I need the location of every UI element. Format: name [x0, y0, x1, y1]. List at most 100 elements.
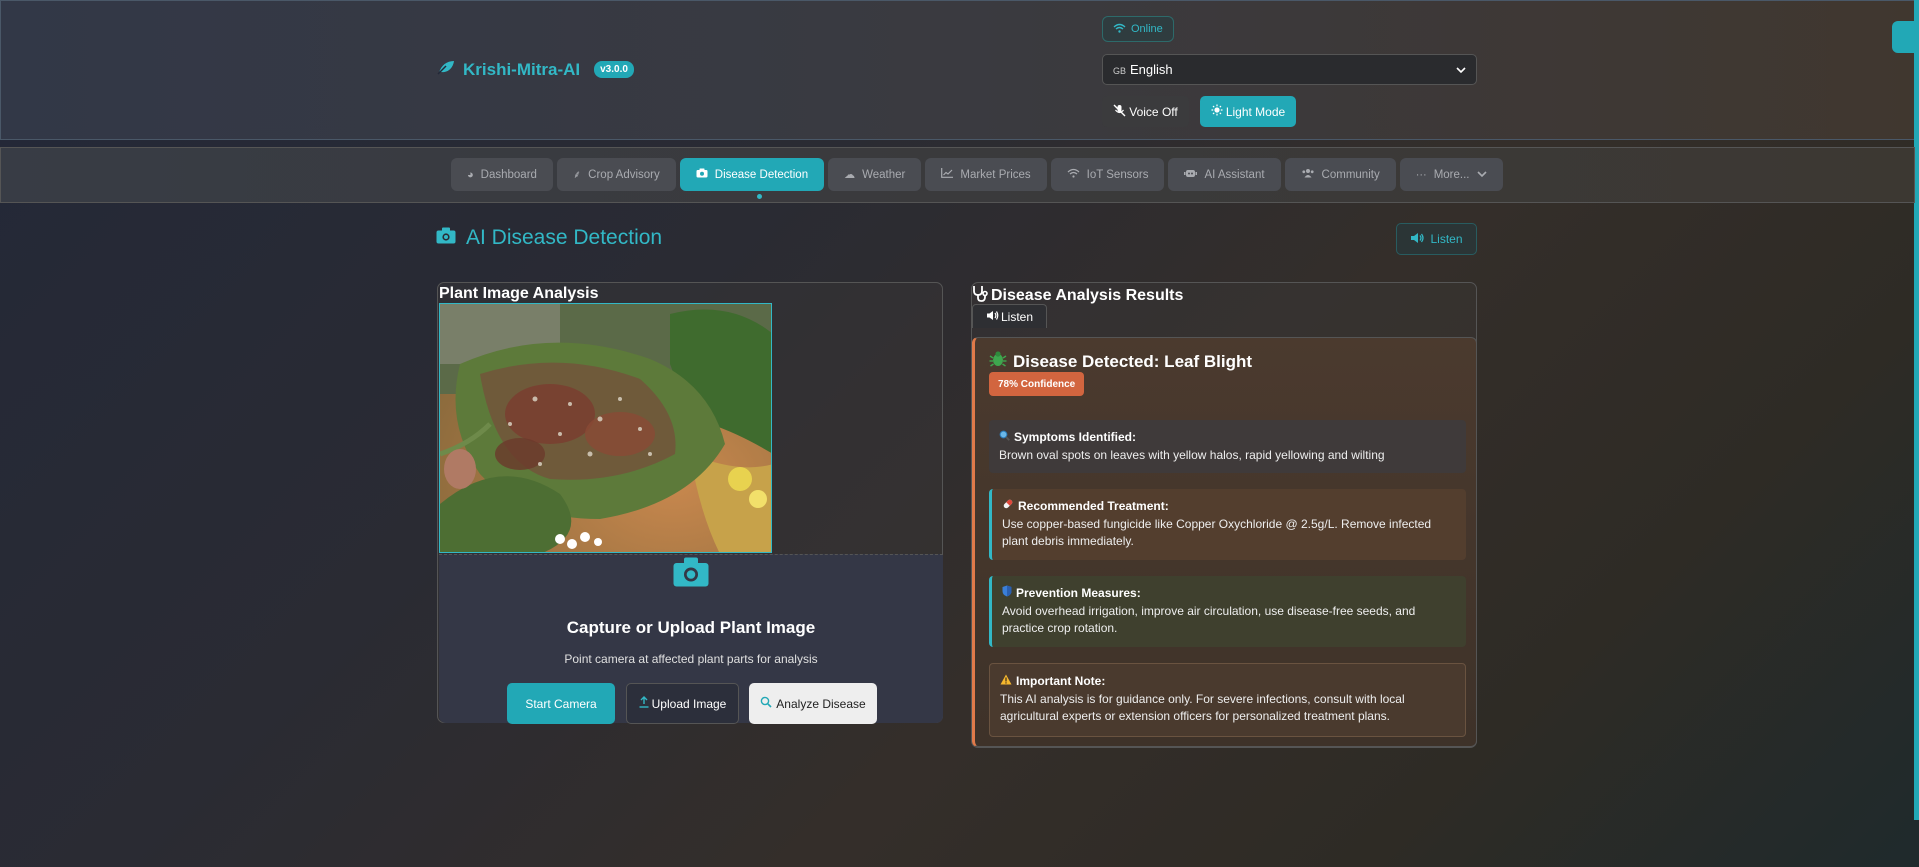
prevention-label-text: Prevention Measures: [1016, 586, 1141, 600]
tab-community[interactable]: Community [1284, 158, 1396, 191]
disease-title: Disease Detected: Leaf Blight [989, 351, 1252, 372]
treatment-label: Recommended Treatment: [1002, 498, 1456, 515]
version-badge: v3.0.0 [594, 61, 634, 78]
tab-label: AI Assistant [1204, 168, 1265, 181]
prevention-text: Avoid overhead irrigation, improve air c… [1002, 604, 1416, 635]
gauge-icon: ◕ [467, 168, 474, 181]
chart-line-icon [941, 168, 954, 181]
scrollbar[interactable] [1914, 0, 1919, 820]
online-status-badge: Online [1102, 16, 1174, 42]
page-title-text: AI Disease Detection [466, 226, 663, 249]
treatment-box: Recommended Treatment: Use copper-based … [989, 489, 1466, 560]
upload-subtitle: Point camera at affected plant parts for… [564, 652, 818, 666]
tab-label: Market Prices [960, 168, 1031, 181]
tab-disease-detection[interactable]: Disease Detection [679, 158, 825, 191]
confidence-badge: 78% Confidence [989, 372, 1085, 396]
language-flag: GB [1113, 66, 1127, 76]
tab-iot-sensors[interactable]: IoT Sensors [1050, 158, 1165, 191]
search-icon [760, 696, 772, 711]
disease-result-panel: Disease Detected: Leaf Blight 78% Confid… [972, 337, 1477, 747]
prevention-label: Prevention Measures: [1002, 585, 1456, 602]
side-panel-tab[interactable] [1892, 21, 1914, 53]
upload-image-label: Upload Image [651, 696, 727, 711]
cloud-icon: ☁ [844, 169, 856, 181]
start-camera-button[interactable]: Start Camera [507, 683, 615, 724]
tab-label: Dashboard [480, 168, 537, 181]
ellipsis-icon: ··· [1415, 168, 1427, 181]
chevron-down-icon [1476, 169, 1487, 181]
camera-icon [696, 168, 708, 181]
active-tab-indicator [757, 194, 762, 199]
results-listen-label: Listen [1000, 309, 1034, 324]
analyze-disease-label: Analyze Disease [776, 696, 866, 711]
light-mode-button[interactable]: Light Mode [1200, 96, 1296, 127]
treatment-text: Use copper-based fungicide like Copper O… [1002, 517, 1432, 548]
upload-icon [639, 696, 649, 711]
sun-icon [1211, 104, 1223, 119]
disease-analysis-results-card: Disease Analysis Results Listen Disease … [971, 282, 1477, 748]
brand-name: Krishi-Mitra-AI [463, 59, 581, 79]
shield-icon [1002, 585, 1012, 602]
symptoms-box: Symptoms Identified: Brown oval spots on… [989, 420, 1466, 473]
symptoms-label: Symptoms Identified: [999, 429, 1456, 446]
plant-image-analysis-heading: Plant Image Analysis [439, 285, 599, 302]
language-select[interactable]: GB English [1102, 54, 1477, 85]
magnifier-icon [999, 429, 1010, 446]
tab-crop-advisory[interactable]: ⸙ Crop Advisory [556, 158, 676, 191]
results-heading-text: Disease Analysis Results [991, 287, 1184, 304]
speaker-icon [1410, 232, 1425, 247]
results-listen-button[interactable]: Listen [972, 304, 1047, 328]
note-text: This AI analysis is for guidance only. F… [1000, 692, 1405, 723]
camera-icon [436, 226, 456, 250]
upload-image-button[interactable]: Upload Image [626, 683, 739, 724]
pill-icon [1002, 498, 1014, 515]
plant-leaf-image [439, 303, 772, 553]
voice-toggle-label: Voice Off [1129, 104, 1178, 119]
tab-label: More... [1433, 168, 1470, 181]
tab-label: Crop Advisory [588, 168, 660, 181]
tab-ai-assistant[interactable]: AI Assistant [1168, 158, 1281, 191]
light-mode-label: Light Mode [1225, 104, 1286, 119]
tab-label: Disease Detection [714, 168, 809, 181]
treatment-label-text: Recommended Treatment: [1018, 499, 1169, 513]
wifi-icon [1113, 23, 1126, 36]
wifi-icon [1067, 168, 1080, 181]
language-value: English [1130, 62, 1173, 77]
note-label-text: Important Note: [1016, 674, 1106, 688]
tab-label: Community [1321, 168, 1380, 181]
page-title: AI Disease Detection [436, 226, 662, 250]
upload-title: Capture or Upload Plant Image [566, 618, 816, 637]
users-icon [1301, 168, 1315, 181]
voice-toggle-button[interactable]: Voice Off [1102, 96, 1189, 127]
prevention-box: Prevention Measures: Avoid overhead irri… [989, 576, 1466, 647]
camera-icon [673, 557, 709, 592]
note-label: Important Note: [1000, 673, 1455, 690]
upload-zone[interactable]: Capture or Upload Plant Image Point came… [439, 554, 943, 724]
tab-label: IoT Sensors [1086, 168, 1149, 181]
seedling-icon: ⸙ [572, 169, 582, 181]
tab-dashboard[interactable]: ◕ Dashboard [451, 158, 553, 191]
leaf-logo-icon [437, 59, 455, 80]
tab-label: Weather [862, 168, 906, 181]
warning-icon [1000, 673, 1012, 690]
listen-label: Listen [1430, 232, 1463, 246]
robot-icon [1184, 168, 1198, 181]
tab-more-dropdown[interactable]: ··· More... [1399, 158, 1503, 191]
symptoms-text: Brown oval spots on leaves with yellow h… [999, 448, 1385, 462]
brand[interactable]: Krishi-Mitra-AI v3.0.0 [437, 59, 634, 80]
main-navigation: ◕ Dashboard ⸙ Crop Advisory Disease Dete… [0, 147, 1915, 203]
microphone-slash-icon [1113, 104, 1126, 120]
listen-button[interactable]: Listen [1396, 223, 1477, 255]
tab-market-prices[interactable]: Market Prices [925, 158, 1047, 191]
tab-weather[interactable]: ☁ Weather [828, 158, 922, 191]
symptoms-label-text: Symptoms Identified: [1014, 430, 1137, 444]
speaker-icon [986, 310, 999, 324]
chevron-down-icon [1456, 62, 1466, 77]
bug-icon [989, 351, 1007, 372]
important-note-box: Important Note: This AI analysis is for … [989, 663, 1466, 737]
online-status-text: Online [1131, 23, 1163, 35]
analyze-disease-button[interactable]: Analyze Disease [749, 683, 877, 724]
disease-title-text: Disease Detected: Leaf Blight [1013, 351, 1253, 371]
plant-image-analysis-card: Plant Image Analysis Capture or Upload P… [437, 282, 943, 724]
top-header: Krishi-Mitra-AI v3.0.0 Online GB English … [0, 0, 1915, 140]
